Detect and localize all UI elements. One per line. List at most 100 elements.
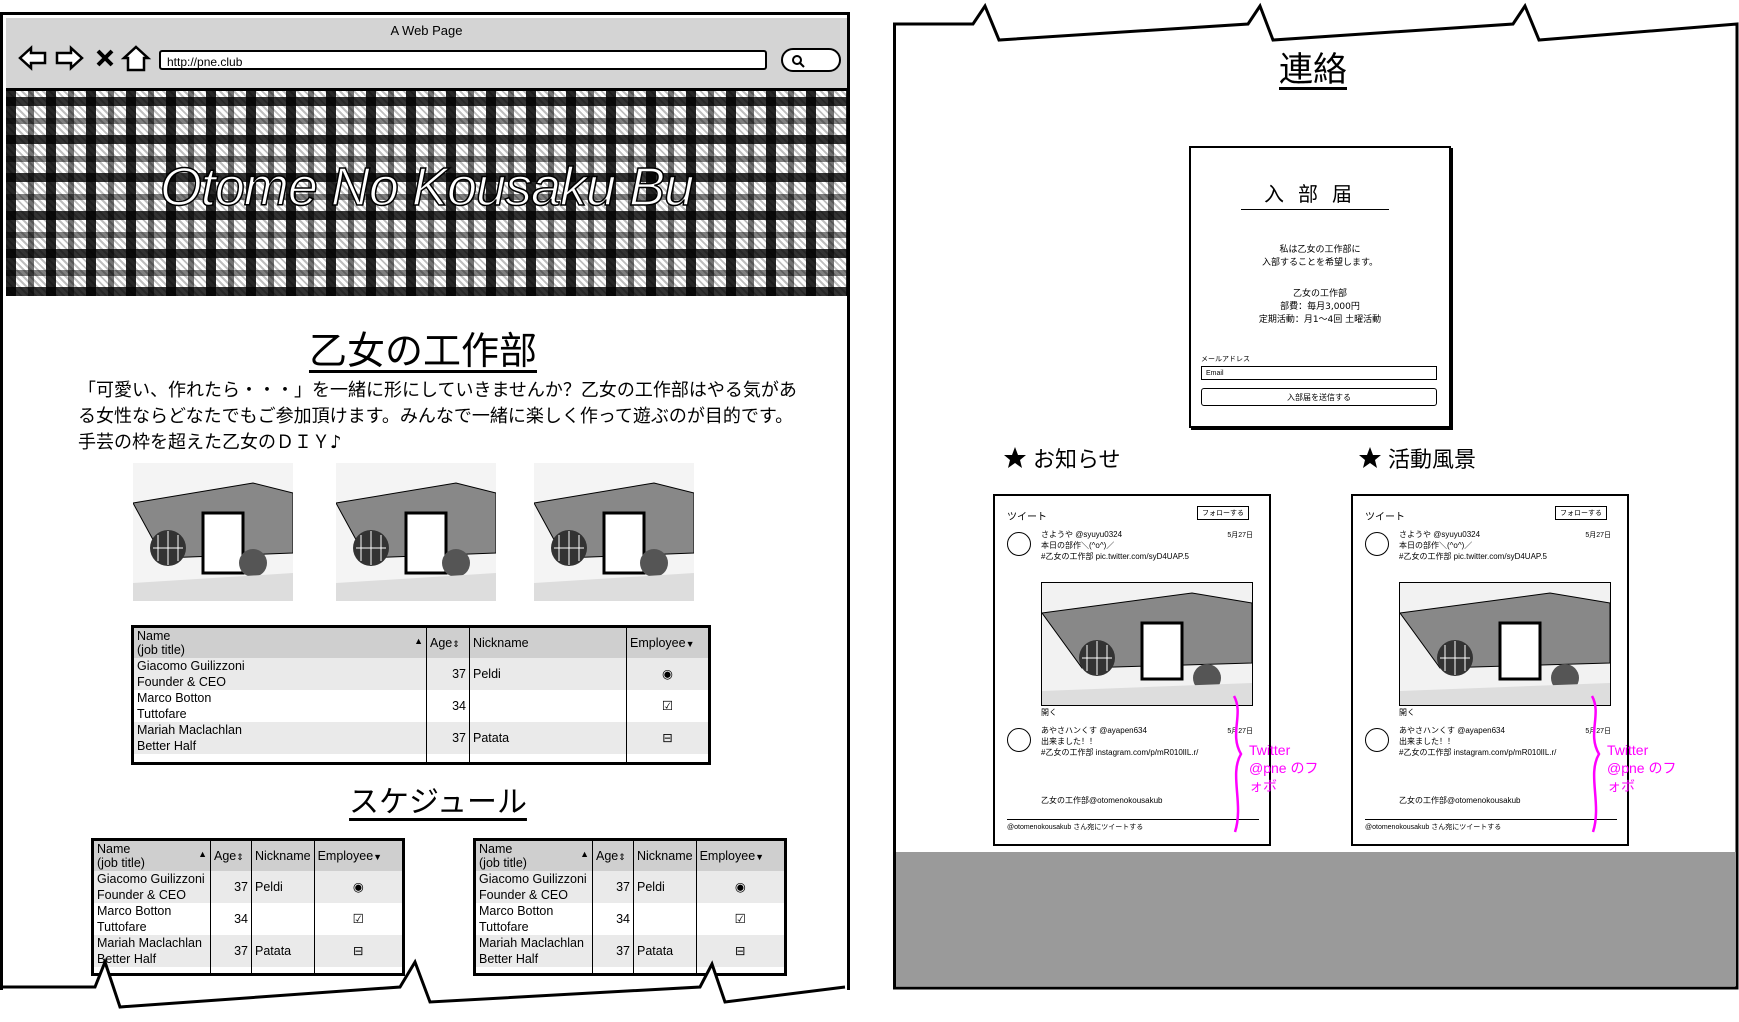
annotation-note: Twitter @pne のフォボ [1249, 742, 1319, 794]
cell-nickname [469, 690, 627, 722]
expand-link[interactable]: 開く [1399, 708, 1415, 718]
craft-photo [133, 463, 293, 601]
window-title: A Web Page [390, 23, 463, 38]
cell-name: Marco Botton [97, 904, 172, 918]
schedule-heading: スケジュール [349, 785, 527, 820]
browser-window: A Web Page http://pne.club Otome No Kous… [0, 12, 850, 1010]
table-row[interactable]: Giacomo Guilizzoni Founder & CEO 37 Peldi ◉ [476, 871, 784, 903]
table-row[interactable]: Giacomo Guilizzoni Founder & CEO 37 Peldi ◉ [94, 871, 402, 903]
submit-button[interactable]: 入部届を送信する [1201, 388, 1437, 406]
expand-link[interactable]: 開く [1041, 708, 1057, 718]
tweet-to-link[interactable]: @otomenokousakub さん宛にツイートする [1007, 819, 1259, 832]
sort-both-icon: ⇕ [452, 639, 460, 649]
employee-column-header[interactable]: Employee▼ [626, 628, 708, 658]
sort-desc-icon: ▼ [755, 852, 765, 862]
form-text: 部費：毎月3,000円 [1280, 302, 1360, 312]
schedule-table-2: Name (job title) ▲ Age⇕ Nickname Employee▼… [473, 838, 787, 976]
panel-footer [896, 852, 1736, 986]
name-column-header[interactable]: Name (job title) ▲ [134, 628, 427, 658]
cell-age: 37 [592, 871, 634, 903]
table-row[interactable]: Giacomo Guilizzoni Founder & CEO 37 Peldi ◉ [134, 658, 708, 690]
name-header-label: Name [97, 842, 131, 856]
back-arrow-icon[interactable] [18, 43, 48, 73]
checkbox-icon[interactable]: ☑ [314, 903, 402, 935]
employee-header-label: Employee [317, 849, 374, 863]
club-heading: 乙女の工作部 [308, 329, 537, 373]
nickname-header-label: Nickname [255, 849, 311, 863]
name-column-header[interactable]: Name (job title) ▲ [94, 841, 211, 871]
age-column-header[interactable]: Age⇕ [426, 628, 470, 658]
collapse-icon[interactable]: ⊟ [626, 722, 708, 754]
cell-name: Giacomo Guilizzoni [137, 659, 245, 673]
name-column-header[interactable]: Name (job title) ▲ [476, 841, 593, 871]
tweet-text: 本日の部作＼(^o^)／ [1399, 541, 1473, 550]
tweet-text: #乙女の工作部 pic.twitter.com/syD4UAP.5 [1399, 552, 1547, 561]
cell-name: Mariah Maclachlan [137, 723, 242, 737]
craft-photo [534, 463, 694, 601]
schedule-table-1: Name (job title) ▲ Age⇕ Nickname Employee▼… [91, 838, 405, 976]
email-field[interactable]: Email [1201, 366, 1437, 380]
checkbox-icon[interactable]: ☑ [627, 690, 709, 722]
radio-icon[interactable]: ◉ [314, 871, 402, 903]
name-header-label: Name [479, 842, 513, 856]
search-box[interactable] [781, 48, 841, 72]
search-icon [792, 55, 805, 68]
checkbox-icon[interactable]: ☑ [696, 903, 784, 935]
twitter-widget-activity[interactable]: ツイート フォローする さようや @syuyu0324 5月27日 本日の部作＼… [1351, 494, 1676, 846]
employee-column-header[interactable]: Employee▼ [696, 841, 784, 871]
employee-column-header[interactable]: Employee▼ [314, 841, 402, 871]
cell-age: 37 [426, 658, 470, 690]
job-title-header-label: (job title) [137, 643, 185, 657]
avatar [1365, 728, 1389, 752]
radio-icon[interactable]: ◉ [696, 871, 784, 903]
browser-chrome: A Web Page http://pne.club [6, 18, 847, 91]
name-header-label: Name [137, 629, 171, 643]
twitter-widget-news[interactable]: ツイート フォローする さようや @syuyu0324 5月27日 本日の部作＼… [993, 494, 1318, 846]
nickname-header-label: Nickname [473, 636, 529, 650]
nickname-column-header[interactable]: Nickname [633, 841, 697, 871]
nickname-column-header[interactable]: Nickname [251, 841, 315, 871]
cell-nickname: Peldi [633, 871, 697, 903]
follow-button[interactable]: フォローする [1197, 506, 1249, 520]
tweet-photo [1399, 582, 1611, 706]
avatar [1007, 532, 1031, 556]
club-description: 「可愛い、作れたら・・・」を一緒に形にしていきませんか？乙女の工作部はやる気があ… [78, 380, 797, 453]
contact-heading: 連絡 [1279, 50, 1347, 90]
tweet-user: さようや @syuyu0324 [1399, 530, 1481, 539]
age-column-header[interactable]: Age⇕ [592, 841, 634, 871]
table-row[interactable]: Marco Botton Tuttofare 34 ☑ [94, 903, 402, 935]
tweet-text: 出来ました！！ [1399, 737, 1455, 746]
age-header-label: Age [430, 636, 453, 650]
tweet-to-link[interactable]: @otomenokousakub さん宛にツイートする [1365, 819, 1617, 832]
table-row[interactable]: Marco Botton Tuttofare 34 ☑ [476, 903, 784, 935]
browser-frame: A Web Page http://pne.club Otome No Kous… [0, 12, 850, 990]
form-title: 入部届 [1241, 178, 1389, 210]
cell-title: Tuttofare [137, 707, 187, 721]
members-table: Name (job title) ▲ Age⇕ Nickname Employee▼… [131, 625, 711, 765]
forward-arrow-icon[interactable] [54, 43, 84, 73]
form-text: 私は乙女の工作部に [1279, 245, 1361, 255]
tweet-user: 乙女の工作部@otomenokousakub [1399, 796, 1521, 805]
radio-icon[interactable]: ◉ [626, 658, 708, 690]
address-bar[interactable]: http://pne.club [159, 50, 767, 70]
employee-header-label: Employee [630, 636, 686, 650]
home-icon[interactable] [120, 43, 152, 73]
sort-asc-icon: ▲ [580, 849, 589, 859]
job-title-header-label: (job title) [479, 856, 527, 870]
cell-title: Better Half [137, 739, 197, 753]
email-label: メールアドレス [1201, 356, 1250, 363]
tweet-text: #乙女の工作部 instagram.com/p/mR010lIL.r/ [1041, 748, 1199, 757]
tweet-user: さようや @syuyu0324 [1041, 530, 1123, 539]
age-column-header[interactable]: Age⇕ [210, 841, 252, 871]
annotation-brace [1232, 695, 1243, 833]
news-heading: お知らせ [1003, 442, 1121, 474]
form-text: 定期活動：月1〜4回 土曜活動 [1258, 315, 1382, 325]
nickname-column-header[interactable]: Nickname [469, 628, 627, 658]
job-title-header-label: (job title) [97, 856, 145, 870]
cell-name: Mariah Maclachlan [479, 936, 584, 950]
follow-button[interactable]: フォローする [1555, 506, 1607, 520]
table-row[interactable]: Mariah Maclachlan Better Half 37 Patata ⊟ [134, 722, 708, 754]
cell-title: Founder & CEO [479, 888, 568, 902]
close-icon[interactable] [94, 43, 116, 73]
table-row[interactable]: Marco Botton Tuttofare 34 ☑ [134, 690, 708, 722]
